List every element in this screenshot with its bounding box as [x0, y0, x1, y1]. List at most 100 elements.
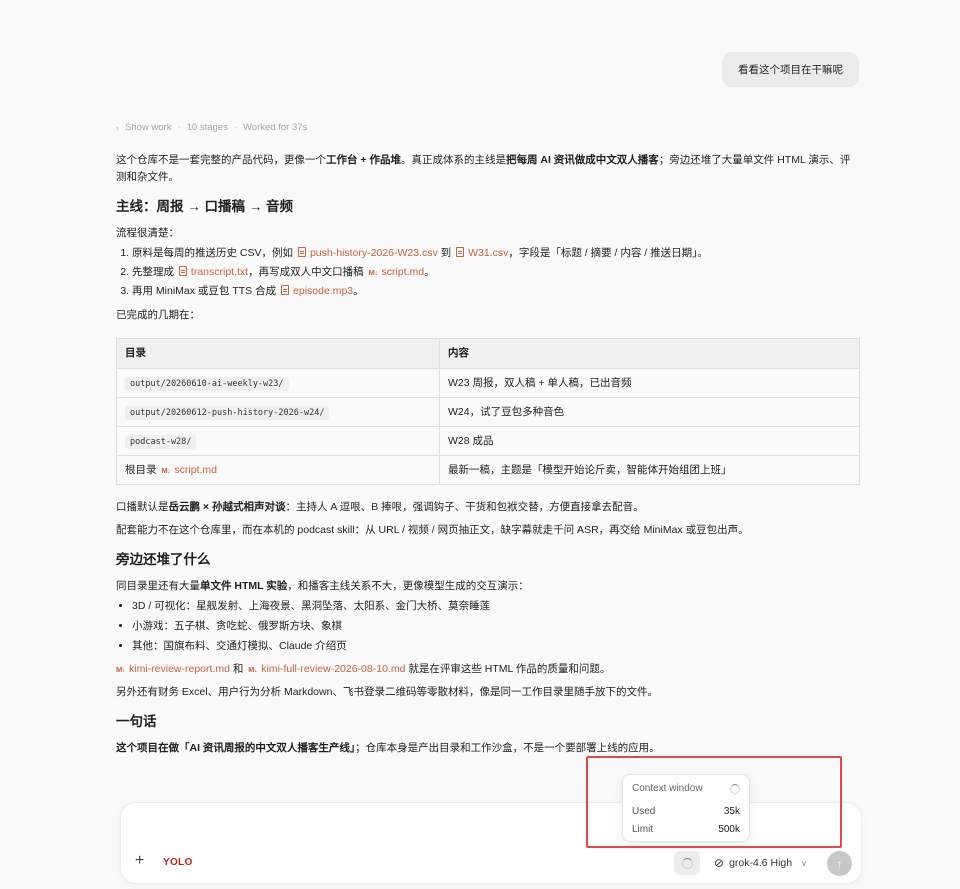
- file-link[interactable]: kimi-full-review-2026-08-10.md: [261, 663, 405, 675]
- file-link[interactable]: script.md: [382, 266, 425, 278]
- yolo-mode-toggle[interactable]: YOLO: [163, 857, 193, 868]
- done-label: 已完成的几期在：: [116, 309, 200, 322]
- stages-count: 10 stages: [186, 122, 228, 133]
- file-link[interactable]: transcript.txt: [191, 266, 248, 278]
- para-text: 就是在评审这些 HTML 作品的质量和问题。: [405, 662, 611, 675]
- table-row: output/20260612-push-history-2026-w24/ W…: [116, 397, 860, 428]
- worked-duration: Worked for 37s: [243, 122, 308, 133]
- skill-paragraph: 配套能力不在这个仓库里，而在本机的 podcast skill：从 URL / …: [116, 523, 749, 536]
- para-text: 同目录里还有大量: [116, 580, 200, 593]
- summary-paragraph: 这个项目在做「AI 资讯周报的中文双人播客生产线」；仓库本身是产出目录和工作沙盒…: [116, 740, 860, 757]
- chevron-down-icon: ∨: [801, 858, 807, 868]
- step-text: 原料是每周的推送历史 CSV，例如: [132, 246, 296, 259]
- message-composer[interactable]: + YOLO ⊘ grok-4.6 High ∨ ↑: [121, 803, 861, 883]
- send-button[interactable]: ↑: [827, 851, 852, 876]
- extras-paragraph: 同目录里还有大量单文件 HTML 实验，和播客主线关系不大，更像模型生成的交互演…: [116, 578, 860, 595]
- table-row: output/20260610-ai-weekly-w23/ W23 周报，双人…: [116, 368, 860, 399]
- column-header: 目录: [116, 338, 440, 370]
- path-code: podcast-w28/: [125, 434, 197, 449]
- list-item: 其他：国旗布料、交通灯模拟、Claude 介绍页: [132, 637, 860, 657]
- chevron-right-icon: ›: [116, 122, 119, 133]
- popover-title: Context window: [632, 783, 703, 794]
- step-text: ，字段是「标题 / 摘要 / 内容 / 推送日期」。: [508, 246, 708, 259]
- plus-icon[interactable]: +: [135, 852, 144, 870]
- file-link[interactable]: push-history-2026-W23.csv: [310, 247, 438, 259]
- chat-page: 看看这个项目在干嘛呢 › Show work · 10 stages · Wor…: [0, 0, 960, 889]
- arrow-up-icon: ↑: [836, 856, 843, 871]
- table-cell: output/20260610-ai-weekly-w23/: [116, 368, 440, 399]
- section-heading-summary: 一句话: [116, 713, 157, 729]
- context-ring-icon: [681, 857, 693, 869]
- limit-label: Limit: [632, 823, 654, 835]
- markdown-icon: M↓: [116, 664, 126, 674]
- misc-paragraph: 另外还有财务 Excel、用户行为分析 Markdown、飞书登录二维码等零散材…: [116, 685, 658, 698]
- list-item: 原料是每周的推送历史 CSV，例如 push-history-2026-W23.…: [132, 244, 860, 263]
- file-link[interactable]: kimi-review-report.md: [129, 663, 230, 675]
- context-window-button[interactable]: [674, 851, 700, 875]
- markdown-icon: M↓: [368, 268, 379, 278]
- intro-bold-workbench: 工作台 + 作品堆: [326, 154, 401, 166]
- used-label: Used: [632, 806, 656, 817]
- context-ring-icon: [730, 783, 740, 794]
- step-text: ，再写成双人中文口播稿: [248, 266, 367, 279]
- used-value: 35k: [723, 806, 740, 817]
- para-text: 口播默认是: [116, 501, 169, 514]
- list-item: 再用 MiniMax 或豆包 TTS 合成 episode.mp3。: [132, 282, 860, 301]
- voice-style-paragraph: 口播默认是岳云鹏 × 孙越式相声对谈：主持人 A 逗哏、B 捧哏，强调钩子、干货…: [116, 499, 860, 516]
- intro-paragraph: 这个仓库不是一套完整的产品代码，更像一个工作台 + 作品堆。真正成体系的主线是把…: [116, 152, 860, 186]
- markdown-icon: M↓: [248, 664, 258, 674]
- step-text: 。: [353, 285, 364, 298]
- table-row: podcast-w28/ W28 成品: [116, 426, 860, 457]
- show-work-toggle[interactable]: › Show work · 10 stages · Worked for 37s: [116, 122, 307, 133]
- para-bold: 这个项目在做「AI 资讯周报的中文双人播客生产线」: [116, 742, 356, 755]
- para-text: 和: [229, 662, 247, 675]
- file-link[interactable]: W31.csv: [468, 247, 508, 259]
- table-cell: 根目录 M↓ script.md: [116, 455, 440, 486]
- user-message-bubble: 看看这个项目在干嘛呢: [722, 52, 859, 87]
- model-selector[interactable]: ⊘ grok-4.6 High ∨: [714, 856, 807, 870]
- limit-value: 500k: [718, 823, 740, 835]
- flow-intro: 流程很清楚：: [116, 227, 179, 240]
- para-text: ：主持人 A 逗哏、B 捧哏，强调钩子、干货和包袱交替，方便直接拿去配音。: [285, 501, 644, 514]
- step-text: 到: [437, 246, 455, 259]
- assistant-response: 这个仓库不是一套完整的产品代码，更像一个工作台 + 作品堆。真正成体系的主线是把…: [116, 152, 860, 763]
- flow-steps-list: 原料是每周的推送历史 CSV，例如 push-history-2026-W23.…: [116, 244, 860, 301]
- column-header: 内容: [439, 338, 860, 370]
- file-icon: [178, 266, 187, 277]
- used-row: Used 35k: [632, 803, 740, 821]
- file-link[interactable]: episode.mp3: [293, 285, 353, 297]
- limit-row: Limit 500k: [632, 821, 740, 839]
- table-cell: W28 成品: [439, 426, 860, 457]
- para-text: ；仓库本身是产出目录和工作沙盒，不是一个要部署上线的应用。: [355, 742, 660, 755]
- file-icon: [456, 246, 465, 257]
- section-heading-extras: 旁边还堆了什么: [116, 551, 211, 567]
- review-paragraph: M↓ kimi-review-report.md 和 M↓ kimi-full-re…: [116, 661, 860, 678]
- file-icon: [281, 285, 290, 296]
- step-text: 先整理成: [132, 266, 177, 279]
- intro-text: 这个仓库不是一套完整的产品代码，更像一个: [116, 154, 326, 166]
- list-item: 先整理成 transcript.txt，再写成双人中文口播稿 M↓script.…: [132, 263, 860, 282]
- table-cell: output/20260612-push-history-2026-w24/: [116, 397, 440, 428]
- table-row: 根目录 M↓ script.md 最新一稿，主题是「模型开始论斤卖，智能体开始组团…: [116, 455, 860, 486]
- grok-logo-icon: ⊘: [714, 856, 725, 870]
- user-message-text: 看看这个项目在干嘛呢: [738, 64, 843, 76]
- root-dir-label: 根目录: [125, 463, 160, 476]
- section-heading-mainline: 主线：周报 → 口播稿 → 音频: [116, 198, 294, 214]
- para-text: ，和播客主线关系不大，更像模型生成的交互演示：: [287, 580, 529, 593]
- file-link[interactable]: script.md: [174, 464, 217, 476]
- para-bold: 岳云鹏 × 孙越式相声对谈: [168, 501, 286, 514]
- step-text: 再用 MiniMax 或豆包 TTS 合成: [132, 285, 280, 298]
- step-text: 。: [424, 266, 435, 279]
- table-cell: W24，试了豆包多种音色: [439, 397, 860, 428]
- markdown-icon: M↓: [161, 465, 171, 475]
- table-header-row: 目录 内容: [116, 338, 860, 370]
- path-code: output/20260612-push-history-2026-w24/: [125, 405, 330, 420]
- popover-header: Context window: [632, 783, 740, 794]
- path-code: output/20260610-ai-weekly-w23/: [125, 376, 289, 391]
- show-work-label: Show work: [125, 122, 172, 133]
- list-item: 小游戏：五子棋、贪吃蛇、俄罗斯方块、象棋: [132, 617, 860, 637]
- context-window-popover: Context window Used 35k Limit 500k: [622, 774, 750, 842]
- separator-dot: ·: [177, 122, 181, 133]
- model-name: grok-4.6 High: [729, 857, 793, 869]
- list-item: 3D / 可视化：星舰发射、上海夜景、黑洞坠落、太阳系、金门大桥、莫奈睡莲: [132, 597, 860, 617]
